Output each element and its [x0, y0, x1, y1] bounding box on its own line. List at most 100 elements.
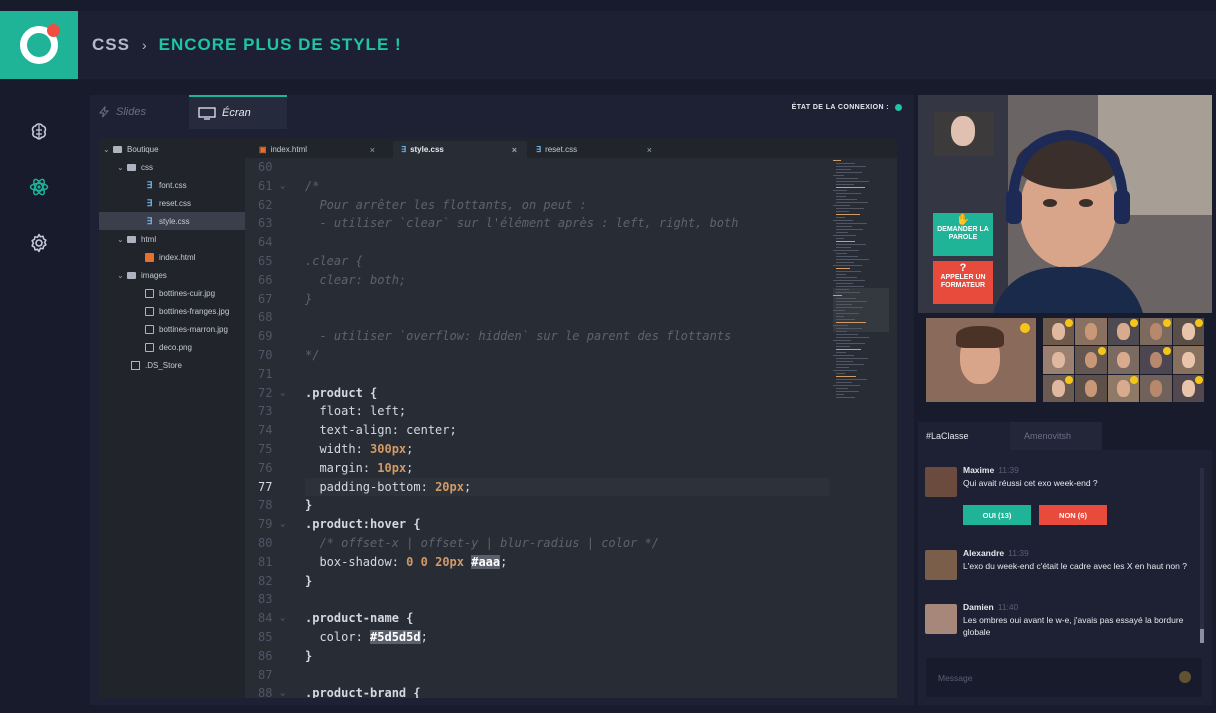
html-file-icon: ▣ — [259, 145, 267, 154]
file-tab[interactable]: ∃ style.css × — [393, 141, 527, 158]
code-editor: ⌄ Boutique ⌄ css ∃ font.css ∃ reset.css ∃ style.c… — [99, 138, 897, 700]
emoji-icon[interactable] — [1179, 671, 1191, 683]
code-line[interactable]: */ — [305, 346, 829, 365]
code-line[interactable]: .product { — [305, 384, 829, 403]
code-line[interactable]: /* offset-x | offset-y | blur-radius | c… — [305, 534, 829, 553]
tab-slides[interactable]: Slides — [98, 95, 146, 129]
code-line[interactable] — [305, 233, 829, 252]
tile-face — [1117, 380, 1130, 397]
minimap-line — [836, 226, 852, 227]
tree-item[interactable]: .DS_Store — [99, 356, 245, 374]
code-line[interactable]: } — [305, 496, 829, 515]
line-number: 72 ⌄ — [245, 384, 305, 403]
code-line[interactable]: } — [305, 290, 829, 309]
code-line[interactable]: color: #5d5d5d; — [305, 628, 829, 647]
minimap-line — [833, 310, 845, 311]
close-icon[interactable]: × — [512, 145, 517, 155]
minimap-line — [836, 241, 855, 242]
close-icon[interactable]: × — [370, 145, 375, 155]
code-line[interactable]: Pour arrêter les flottants, on peut : — [305, 196, 829, 215]
file-tab[interactable]: ∃ reset.css × — [528, 141, 662, 158]
call-trainer-button[interactable]: ? APPELER UN FORMATEUR — [933, 261, 993, 304]
tree-item[interactable]: bottines-franges.jpg — [99, 302, 245, 320]
code-area[interactable]: /* Pour arrêter les flottants, on peut :… — [305, 158, 829, 698]
code-line[interactable] — [305, 308, 829, 327]
code-line[interactable]: .product-name { — [305, 609, 829, 628]
avatar — [925, 604, 957, 634]
code-line[interactable] — [305, 590, 829, 609]
chat-scrollbar[interactable] — [1200, 468, 1204, 643]
minimap-line — [833, 235, 856, 236]
code-line[interactable]: /* — [305, 177, 829, 196]
poll-yes-button[interactable]: OUI (13) — [963, 505, 1031, 525]
fold-chevron-icon[interactable]: ⌄ — [280, 177, 285, 196]
code-line[interactable]: } — [305, 647, 829, 666]
smiley-icon — [1065, 375, 1074, 384]
tree-item[interactable]: bottines-cuir.jpg — [99, 284, 245, 302]
code-line[interactable]: float: left; — [305, 402, 829, 421]
message-input[interactable]: Message — [926, 658, 1202, 697]
tree-item[interactable]: ∃ style.css — [99, 212, 245, 230]
code-line[interactable]: text-align: center; — [305, 421, 829, 440]
atom-icon[interactable] — [29, 177, 49, 197]
tree-item[interactable]: ∃ reset.css — [99, 194, 245, 212]
code-line[interactable]: - utiliser `overflow: hidden` sur le par… — [305, 327, 829, 346]
openclassrooms-logo[interactable] — [0, 11, 78, 79]
line-number: 65 — [258, 253, 273, 268]
tree-item[interactable]: bottines-marron.jpg — [99, 320, 245, 338]
code-line[interactable]: clear: both; — [305, 271, 829, 290]
chat-scrollbar-thumb[interactable] — [1200, 629, 1204, 643]
line-number: 67 — [258, 291, 273, 306]
minimap-line — [836, 187, 865, 188]
line-number: 64 — [258, 235, 273, 250]
file-tab-label: style.css — [410, 145, 444, 154]
tree-item[interactable]: ∃ font.css — [99, 176, 245, 194]
code-line[interactable]: padding-bottom: 20px; — [305, 477, 829, 497]
tree-item[interactable]: index.html — [99, 248, 245, 266]
code-line[interactable] — [305, 158, 829, 177]
minimap-line — [836, 364, 864, 365]
connection-status: ÉTAT DE LA CONNEXION : — [792, 104, 902, 111]
tree-item[interactable]: ⌄ html — [99, 230, 245, 248]
minimap-line — [836, 376, 856, 377]
tree-item[interactable]: ⌄ css — [99, 158, 245, 176]
minimap-line — [833, 250, 859, 251]
file-tab[interactable]: ▣ index.html × — [251, 141, 385, 158]
fold-chevron-icon[interactable]: ⌄ — [280, 609, 285, 628]
avatar — [925, 550, 957, 580]
code-line[interactable]: margin: 10px; — [305, 459, 829, 478]
tab-screen[interactable]: Écran — [189, 95, 287, 129]
fold-chevron-icon[interactable]: ⌄ — [280, 684, 285, 703]
code-line[interactable]: width: 300px; — [305, 440, 829, 459]
code-line[interactable]: } — [305, 572, 829, 591]
code-line[interactable]: .product:hover { — [305, 515, 829, 534]
tree-item[interactable]: deco.png — [99, 338, 245, 356]
line-number: 87 — [258, 667, 273, 682]
minimap[interactable] — [833, 158, 889, 713]
video-tile — [1107, 374, 1140, 402]
minimap-line — [833, 205, 850, 206]
fold-chevron-icon[interactable]: ⌄ — [280, 384, 285, 403]
tree-item[interactable]: ⌄ images — [99, 266, 245, 284]
breadcrumb-course[interactable]: CSS — [92, 35, 130, 55]
close-icon[interactable]: × — [647, 145, 652, 155]
brain-icon[interactable] — [29, 121, 49, 141]
chat-tab-class[interactable]: #LaClasse — [918, 422, 1010, 450]
code-line[interactable]: .product-brand { — [305, 684, 829, 698]
tree-item-label: style.css — [159, 216, 190, 226]
fold-chevron-icon[interactable]: ⌄ — [280, 515, 285, 534]
poll-no-button[interactable]: NON (6) — [1039, 505, 1107, 525]
tree-item[interactable]: ⌄ Boutique — [99, 140, 245, 158]
code-line[interactable] — [305, 365, 829, 384]
minimap-line — [836, 298, 856, 299]
raise-hand-button[interactable]: ✋ DEMANDER LA PAROLE — [933, 213, 993, 256]
code-line[interactable]: .clear { — [305, 252, 829, 271]
chat-tab-user[interactable]: Amenovitsh — [1010, 422, 1102, 450]
tile-face — [1117, 323, 1130, 340]
minimap-line — [836, 211, 849, 212]
code-line[interactable]: - utiliser `clear` sur l'élément après :… — [305, 214, 829, 233]
code-line[interactable] — [305, 666, 829, 685]
line-number: 86 — [258, 648, 273, 663]
code-line[interactable]: box-shadow: 0 0 20px #aaa; — [305, 553, 829, 572]
gear-icon[interactable] — [29, 233, 49, 253]
